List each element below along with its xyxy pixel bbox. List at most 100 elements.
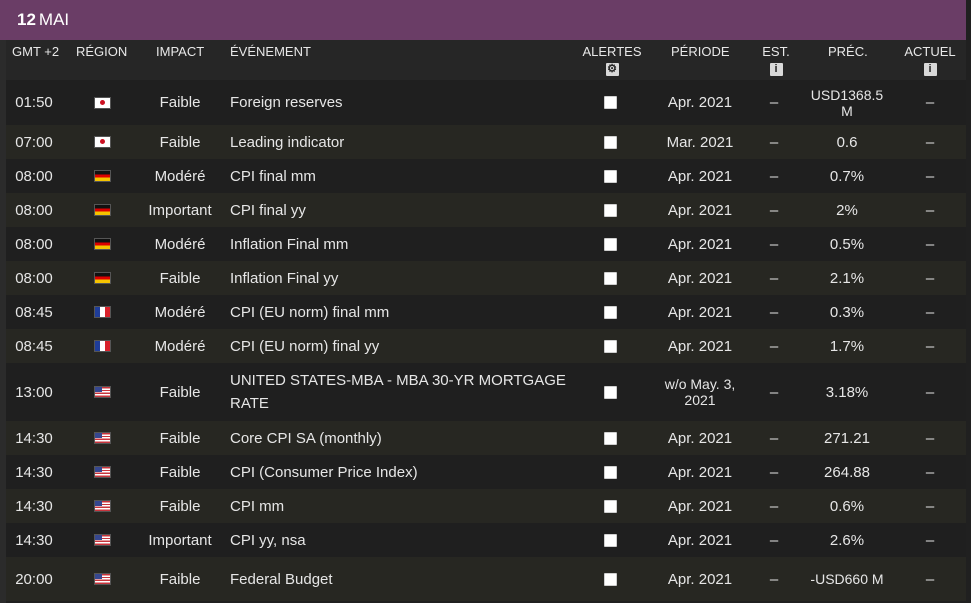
alert-checkbox[interactable] [603, 385, 617, 399]
event-name[interactable]: CPI final yy [230, 193, 570, 227]
alert-checkbox-cell[interactable] [584, 421, 636, 455]
alert-checkbox-cell[interactable] [584, 557, 636, 601]
event-name[interactable]: CPI yy, nsa [230, 523, 570, 557]
alert-checkbox-cell[interactable] [584, 261, 636, 295]
header-prev[interactable]: PRÉC. [828, 44, 868, 59]
table-row[interactable]: 08:45 Modéré CPI (EU norm) final mm Apr.… [6, 295, 966, 329]
table-row[interactable]: 14:30 Faible CPI mm Apr. 2021 – 0.6% – [6, 489, 966, 523]
alert-checkbox-cell[interactable] [584, 159, 636, 193]
event-name[interactable]: Inflation Final yy [230, 261, 570, 295]
alert-checkbox[interactable] [603, 203, 617, 217]
table-row[interactable]: 14:30 Faible CPI (Consumer Price Index) … [6, 455, 966, 489]
info-icon[interactable]: i [769, 63, 783, 76]
event-name[interactable]: Inflation Final mm [230, 227, 570, 261]
event-name[interactable]: CPI final mm [230, 159, 570, 193]
gear-icon[interactable]: ⚙ [605, 63, 619, 76]
region-flag [82, 295, 122, 329]
table-row[interactable]: 14:30 Faible Core CPI SA (monthly) Apr. … [6, 421, 966, 455]
header-time[interactable]: GMT +2 [12, 44, 59, 59]
flag-jp-icon [93, 136, 111, 148]
cell-time: 14:30 [15, 531, 53, 549]
event-name[interactable]: Federal Budget [230, 557, 570, 601]
region-flag [82, 455, 122, 489]
alert-checkbox-cell[interactable] [584, 80, 636, 125]
event-name[interactable]: CPI (Consumer Price Index) [230, 455, 570, 489]
cell-impact: Modéré [154, 235, 206, 253]
cell-impact: Modéré [154, 167, 206, 185]
event-name[interactable]: CPI mm [230, 489, 570, 523]
event-time: 20:00 [6, 557, 62, 601]
cell-impact: Modéré [154, 303, 206, 321]
alert-checkbox[interactable] [603, 169, 617, 183]
cell-actual: – [925, 269, 935, 287]
alert-checkbox[interactable] [603, 271, 617, 285]
event-actual: – [900, 193, 960, 227]
alert-checkbox[interactable] [603, 339, 617, 353]
event-time: 14:30 [6, 523, 62, 557]
event-name[interactable]: Foreign reserves [230, 80, 570, 125]
header-est[interactable]: EST. i [761, 44, 791, 76]
region-flag [82, 159, 122, 193]
table-row[interactable]: 08:00 Faible Inflation Final yy Apr. 202… [6, 261, 966, 295]
event-previous: 264.88 [804, 455, 890, 489]
table-row[interactable]: 07:00 Faible Leading indicator Mar. 2021… [6, 125, 966, 159]
header-alerts[interactable]: ALERTES ⚙ [582, 44, 642, 76]
alert-checkbox[interactable] [603, 237, 617, 251]
alert-checkbox-cell[interactable] [584, 125, 636, 159]
cell-prev: USD1368.5 M [810, 86, 884, 119]
event-name[interactable]: Leading indicator [230, 125, 570, 159]
event-impact: Faible [136, 261, 224, 295]
alert-checkbox[interactable] [603, 96, 617, 109]
cell-time: 08:00 [15, 167, 53, 185]
alert-checkbox[interactable] [603, 572, 617, 586]
event-name[interactable]: CPI (EU norm) final yy [230, 329, 570, 363]
alert-checkbox[interactable] [603, 305, 617, 319]
alert-checkbox-cell[interactable] [584, 489, 636, 523]
event-period: Apr. 2021 [654, 489, 746, 523]
event-name[interactable]: Core CPI SA (monthly) [230, 421, 570, 455]
alert-checkbox-cell[interactable] [584, 329, 636, 363]
event-name[interactable]: UNITED STATES-MBA - MBA 30-YR MORTGAGE R… [230, 363, 570, 421]
header-event[interactable]: ÉVÉNEMENT [230, 44, 570, 59]
event-period: Apr. 2021 [654, 80, 746, 125]
date-month: MAI [38, 10, 70, 29]
table-row[interactable]: 01:50 Faible Foreign reserves Apr. 2021 … [6, 80, 966, 125]
alert-checkbox-cell[interactable] [584, 455, 636, 489]
alert-checkbox[interactable] [603, 533, 617, 547]
table-row[interactable]: 08:00 Modéré CPI final mm Apr. 2021 – 0.… [6, 159, 966, 193]
table-row[interactable]: 14:30 Important CPI yy, nsa Apr. 2021 – … [6, 523, 966, 557]
header-impact[interactable]: IMPACT [156, 44, 204, 59]
cell-time: 14:30 [15, 497, 53, 515]
table-row[interactable]: 20:00 Faible Federal Budget Apr. 2021 – … [6, 557, 966, 601]
event-previous: 0.6 [804, 125, 890, 159]
header-period[interactable]: PÉRIODE [671, 44, 730, 59]
alert-checkbox[interactable] [603, 431, 617, 445]
cell-period: Apr. 2021 [667, 94, 733, 111]
cell-est: – [769, 94, 779, 111]
table-row[interactable]: 08:00 Important CPI final yy Apr. 2021 –… [6, 193, 966, 227]
alert-checkbox-cell[interactable] [584, 523, 636, 557]
alert-checkbox-cell[interactable] [584, 227, 636, 261]
region-flag [82, 363, 122, 421]
cell-actual: – [925, 429, 935, 447]
header-actual[interactable]: ACTUEL i [902, 44, 958, 76]
table-row[interactable]: 08:45 Modéré CPI (EU norm) final yy Apr.… [6, 329, 966, 363]
cell-impact: Faible [159, 383, 201, 401]
event-time: 07:00 [6, 125, 62, 159]
header-region[interactable]: RÉGION [76, 44, 127, 59]
alert-checkbox-cell[interactable] [584, 295, 636, 329]
region-flag [82, 193, 122, 227]
flag-us-icon [93, 534, 111, 546]
alert-checkbox[interactable] [603, 465, 617, 479]
event-impact: Faible [136, 125, 224, 159]
alert-checkbox[interactable] [603, 499, 617, 513]
cell-event: UNITED STATES-MBA - MBA 30-YR MORTGAGE R… [230, 372, 566, 412]
table-row[interactable]: 08:00 Modéré Inflation Final mm Apr. 202… [6, 227, 966, 261]
alert-checkbox-cell[interactable] [584, 363, 636, 421]
info-icon[interactable]: i [923, 63, 937, 76]
cell-est: – [769, 167, 779, 185]
alert-checkbox-cell[interactable] [584, 193, 636, 227]
table-row[interactable]: 13:00 Faible UNITED STATES-MBA - MBA 30-… [6, 363, 966, 421]
event-name[interactable]: CPI (EU norm) final mm [230, 295, 570, 329]
alert-checkbox[interactable] [603, 135, 617, 149]
